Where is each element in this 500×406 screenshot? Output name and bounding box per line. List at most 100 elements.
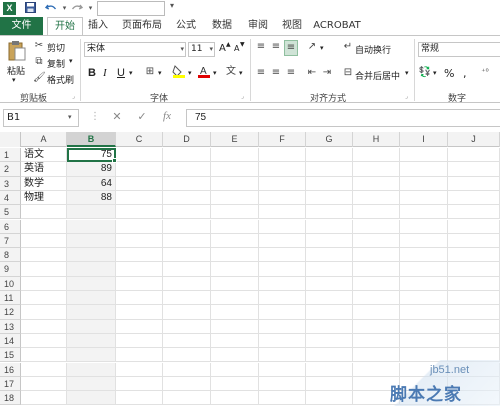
cell[interactable] <box>211 205 259 220</box>
clipboard-launcher-icon[interactable]: ⌟ <box>72 93 79 100</box>
alignment-launcher-icon[interactable]: ⌟ <box>405 93 412 100</box>
redo-dropdown-icon[interactable]: ▾ <box>84 2 97 15</box>
cell[interactable] <box>353 176 400 191</box>
cell[interactable] <box>353 205 400 220</box>
cell[interactable] <box>353 148 400 163</box>
cell[interactable] <box>163 276 211 291</box>
wrap-text-label[interactable]: 自动换行 <box>355 43 391 56</box>
cell[interactable] <box>259 391 306 406</box>
cell[interactable] <box>67 319 116 334</box>
underline-dropdown-icon[interactable]: ▾ <box>129 69 133 77</box>
cell[interactable] <box>211 305 259 320</box>
cell[interactable] <box>259 376 306 392</box>
cell[interactable] <box>116 333 163 349</box>
cell[interactable] <box>400 219 448 234</box>
cell[interactable] <box>400 190 448 206</box>
cell[interactable] <box>448 233 500 249</box>
cell[interactable] <box>448 190 500 206</box>
cell[interactable] <box>259 305 306 320</box>
orientation-icon[interactable]: ↗ <box>305 40 319 54</box>
phonetic-icon[interactable]: 文 <box>224 65 238 79</box>
cell[interactable] <box>67 262 116 277</box>
cell[interactable] <box>211 319 259 334</box>
cell[interactable] <box>448 333 500 349</box>
row-header[interactable]: 9 <box>0 262 21 277</box>
cell[interactable] <box>400 262 448 277</box>
cell[interactable] <box>211 391 259 406</box>
cell[interactable] <box>67 233 116 249</box>
font-launcher-icon[interactable]: ⌟ <box>241 93 248 100</box>
cell[interactable] <box>163 262 211 277</box>
cell[interactable] <box>448 262 500 277</box>
cell[interactable] <box>353 190 400 206</box>
tab-view[interactable]: 视图 <box>280 17 304 35</box>
borders-icon[interactable]: ⊞ <box>143 65 157 79</box>
cell[interactable] <box>400 176 448 191</box>
cell[interactable] <box>116 391 163 406</box>
cell[interactable] <box>259 233 306 249</box>
cell[interactable] <box>116 305 163 320</box>
cell[interactable] <box>163 148 211 163</box>
cell[interactable] <box>353 162 400 177</box>
cell[interactable] <box>163 248 211 263</box>
cell[interactable] <box>306 190 353 206</box>
cell[interactable] <box>306 162 353 177</box>
percent-button[interactable]: % <box>444 67 454 80</box>
cell[interactable] <box>21 248 67 263</box>
cell[interactable] <box>21 219 67 234</box>
cell[interactable] <box>400 291 448 306</box>
column-header-j[interactable]: J <box>448 132 500 147</box>
cell[interactable] <box>21 348 67 363</box>
subject-cell[interactable]: 数学 <box>21 176 67 191</box>
cell[interactable] <box>448 148 500 163</box>
cut-icon[interactable]: ✂ <box>33 39 45 53</box>
cell[interactable] <box>448 305 500 320</box>
score-cell[interactable]: 88 <box>67 190 116 206</box>
column-header-h[interactable]: H <box>353 132 400 147</box>
cell[interactable] <box>306 333 353 349</box>
cell[interactable] <box>163 190 211 206</box>
merge-center-icon[interactable]: ⊟ <box>341 66 355 80</box>
cell[interactable] <box>259 205 306 220</box>
paste-dropdown-icon[interactable]: ▾ <box>12 76 16 84</box>
cell[interactable] <box>259 248 306 263</box>
bold-button[interactable]: B <box>88 67 96 79</box>
cell[interactable] <box>448 176 500 191</box>
insert-function-button[interactable]: fx <box>160 110 174 122</box>
cell[interactable] <box>67 348 116 363</box>
cell[interactable] <box>306 319 353 334</box>
italic-button[interactable]: I <box>103 67 107 79</box>
cell[interactable] <box>448 205 500 220</box>
paste-label[interactable]: 粘贴 <box>7 64 25 77</box>
column-header-c[interactable]: C <box>116 132 163 147</box>
cell[interactable] <box>21 305 67 320</box>
row-header[interactable]: 2 <box>0 162 21 177</box>
cell[interactable] <box>400 333 448 349</box>
save-icon[interactable] <box>24 2 37 15</box>
row-header[interactable]: 6 <box>0 219 21 234</box>
cell[interactable] <box>400 148 448 163</box>
cell[interactable] <box>259 348 306 363</box>
cell[interactable] <box>259 148 306 163</box>
cell[interactable] <box>211 248 259 263</box>
row-header[interactable]: 14 <box>0 333 21 349</box>
cell[interactable] <box>211 362 259 377</box>
cell[interactable] <box>259 176 306 191</box>
redo-icon[interactable] <box>70 2 83 15</box>
cell[interactable] <box>163 333 211 349</box>
merge-dropdown-icon[interactable]: ▾ <box>405 69 409 77</box>
cell[interactable] <box>211 148 259 163</box>
cell[interactable] <box>116 205 163 220</box>
cell[interactable] <box>67 205 116 220</box>
cell[interactable] <box>67 376 116 392</box>
cell[interactable] <box>353 291 400 306</box>
cell[interactable] <box>21 391 67 406</box>
cell[interactable] <box>21 291 67 306</box>
cell[interactable] <box>116 190 163 206</box>
font-color-icon[interactable]: A <box>197 64 211 83</box>
format-painter-icon[interactable]: 🖌 <box>33 71 46 85</box>
number-format-select[interactable]: 常规 <box>418 42 500 57</box>
cell[interactable] <box>67 276 116 291</box>
formula-bar-handle-icon[interactable]: ⋮ <box>90 111 100 122</box>
select-all-button[interactable] <box>0 132 21 147</box>
